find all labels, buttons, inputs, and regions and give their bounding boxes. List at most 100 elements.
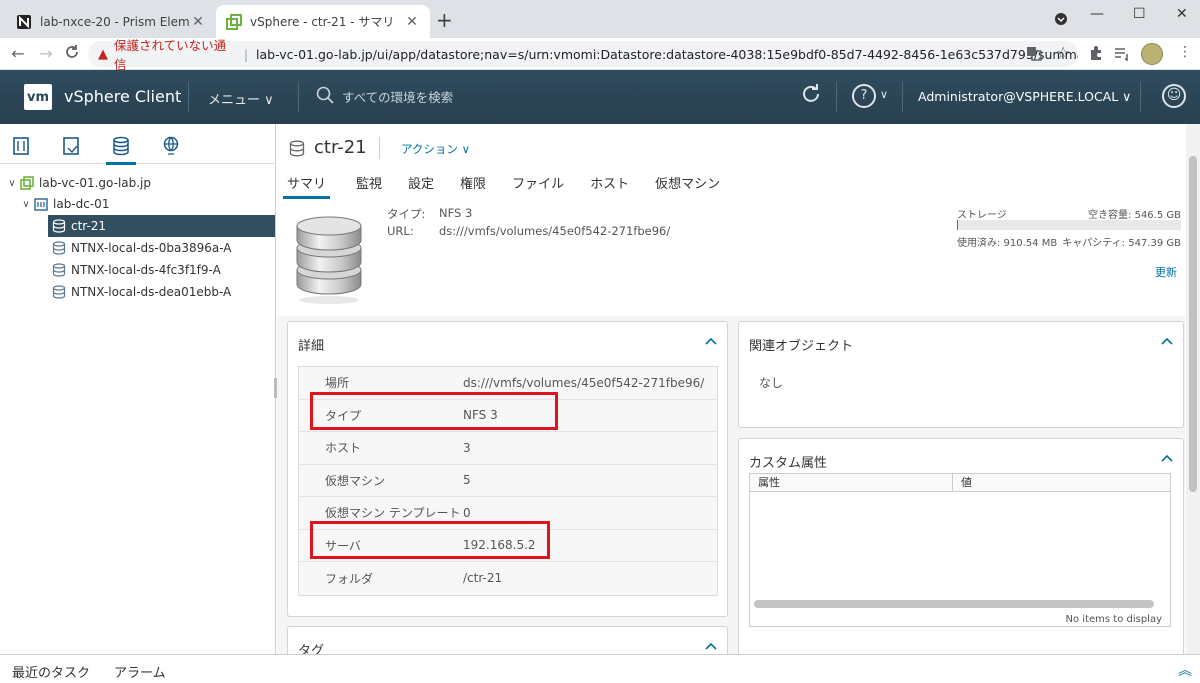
scrollbar-thumb[interactable]	[1189, 156, 1197, 492]
details-card-title: 詳細	[298, 339, 325, 354]
storage-free: 空き容量: 546.5 GB	[1088, 210, 1181, 221]
window-close-button[interactable]: ✕	[1176, 6, 1188, 22]
close-icon[interactable]: ✕	[404, 14, 420, 30]
feedback-smiley-icon[interactable]: ☺	[1162, 84, 1186, 108]
header-divider	[188, 82, 189, 112]
tab-hosts[interactable]: ホスト	[590, 173, 629, 199]
tree-node-vcenter[interactable]: ∨ lab-vc-01.go-lab.jp	[0, 172, 276, 194]
custom-attributes-grid: 属性 値 No items to display	[749, 473, 1171, 627]
maximize-button[interactable]: ☐	[1133, 6, 1146, 22]
header-divider	[902, 82, 903, 112]
type-label: タイプ:	[387, 207, 426, 221]
extensions-icon[interactable]	[1088, 45, 1104, 65]
tree-node-datacenter[interactable]: ∨ lab-dc-01	[0, 193, 276, 215]
actions-dropdown-button[interactable]: アクション ∨	[401, 141, 470, 157]
details-row-label: 場所	[325, 376, 350, 391]
grid-horizontal-scrollbar[interactable]	[754, 600, 1154, 608]
browser-tab-title: lab-nxce-20 - Prism Element	[40, 14, 190, 29]
url-value: ds:///vmfs/volumes/45e0f542-271fbe96/	[439, 224, 671, 238]
tree-toggle-chevron-icon[interactable]: ∨	[20, 199, 32, 210]
minimize-button[interactable]: —	[1090, 6, 1104, 22]
user-menu-button[interactable]: Administrator@VSPHERE.LOCAL ∨	[918, 89, 1131, 104]
browser-tab-prism[interactable]: lab-nxce-20 - Prism Element ✕	[6, 5, 216, 38]
browser-tab-vsphere[interactable]: vSphere - ctr-21 - サマリ ✕	[216, 5, 430, 38]
recent-tasks-tab[interactable]: 最近のタスク	[12, 662, 90, 681]
tab-vms[interactable]: 仮想マシン	[655, 173, 720, 199]
tree-node-label: ctr-21	[71, 219, 107, 233]
tab-search-icon[interactable]	[1054, 12, 1068, 30]
tree-toggle-chevron-icon[interactable]: ∨	[6, 178, 18, 189]
datacenter-icon	[34, 197, 48, 211]
vmware-logo[interactable]: vm	[24, 84, 52, 110]
new-tab-button[interactable]: +	[436, 10, 453, 30]
tags-card-title: タグ	[298, 644, 325, 654]
browser-tab-title: vSphere - ctr-21 - サマリ	[250, 15, 395, 29]
tab-summary[interactable]: サマリ	[283, 173, 331, 199]
global-search-input[interactable]	[342, 86, 642, 108]
storage-used: 使用済み: 910.54 MB	[957, 238, 1058, 249]
security-warning[interactable]: 保護されていない通信	[114, 35, 236, 73]
alarms-tab[interactable]: アラーム	[114, 662, 166, 681]
chevron-up-icon[interactable]	[705, 334, 717, 348]
grid-header: 属性 値	[750, 474, 1170, 492]
menu-button[interactable]: メニュー ∨	[208, 89, 274, 108]
details-row-value[interactable]: /ctr-21	[463, 571, 717, 585]
tab-files[interactable]: ファイル	[512, 173, 564, 199]
navigator-view-tabs	[0, 124, 276, 165]
url-separator: |	[243, 46, 249, 62]
profile-avatar[interactable]	[1141, 43, 1163, 65]
header-divider	[298, 82, 299, 112]
column-header-value[interactable]: 値	[952, 474, 1170, 491]
details-row-value: 0	[463, 505, 471, 520]
tree-node-datastore[interactable]: NTNX-local-ds-0ba3896a-A	[0, 237, 276, 259]
chevron-down-icon[interactable]: ∨	[880, 88, 888, 101]
hosts-clusters-icon[interactable]	[10, 136, 32, 158]
vms-templates-icon[interactable]	[60, 136, 82, 158]
tab-monitor[interactable]: 監視	[356, 173, 382, 199]
help-icon[interactable]: ?	[852, 84, 876, 108]
details-row-value[interactable]: 3	[463, 441, 717, 455]
forward-button[interactable]: →	[36, 44, 56, 63]
tree-node-label: lab-vc-01.go-lab.jp	[39, 176, 152, 190]
tree-node-datastore[interactable]: NTNX-local-ds-dea01ebb-A	[0, 281, 276, 303]
reading-list-icon[interactable]	[1114, 45, 1130, 65]
details-card: 詳細 場所 ds:///vmfs/volumes/45e0f542-271fbe…	[287, 321, 728, 617]
bookmark-star-icon[interactable]: ☆	[1056, 43, 1070, 62]
chevron-up-icon[interactable]	[1161, 334, 1173, 348]
address-bar[interactable]: ▲ 保護されていない通信 | lab-vc-01.go-lab.jp/ui/ap…	[88, 38, 1078, 72]
translate-icon[interactable]	[1026, 45, 1042, 65]
tab-permissions[interactable]: 権限	[460, 173, 486, 199]
page-vertical-scrollbar[interactable]	[1186, 124, 1200, 654]
header-divider	[1140, 82, 1141, 112]
back-button[interactable]: ←	[8, 44, 28, 63]
chevron-up-icon[interactable]	[1161, 451, 1173, 465]
reload-button[interactable]	[62, 44, 82, 64]
reload-icon	[66, 45, 78, 58]
storage-capacity: キャパシティ: 547.39 GB	[1062, 238, 1181, 249]
close-icon[interactable]: ✕	[190, 14, 206, 30]
highlight-box-server	[310, 521, 550, 559]
networking-icon[interactable]	[160, 136, 182, 158]
bottom-task-bar: 最近のタスク アラーム ︽	[0, 654, 1200, 683]
datastore-large-icon	[295, 210, 363, 311]
expand-panel-icon[interactable]: ︽	[1178, 660, 1192, 680]
details-row-label: フォルダ	[325, 571, 374, 586]
related-objects-title: 関連オブジェクト	[749, 339, 854, 354]
tree-node-datastore-ctr-21[interactable]: ctr-21	[48, 215, 275, 237]
details-row-value[interactable]: 5	[463, 473, 717, 487]
custom-attributes-card: カスタム属性 属性 値 No items to display	[738, 438, 1184, 654]
browser-menu-icon[interactable]: ⋮	[1178, 44, 1192, 60]
header-divider	[836, 82, 837, 112]
chevron-up-icon[interactable]	[705, 639, 717, 653]
app-title[interactable]: vSphere Client	[64, 87, 181, 106]
storage-icon[interactable]	[106, 136, 136, 165]
refresh-icon[interactable]	[800, 83, 822, 111]
refresh-link[interactable]: 更新	[1155, 264, 1177, 280]
tree-node-label: lab-dc-01	[53, 197, 110, 211]
page-title: ctr-21	[314, 137, 367, 158]
column-header-attribute[interactable]: 属性	[750, 474, 952, 491]
tree-node-datastore[interactable]: NTNX-local-ds-4fc3f1f9-A	[0, 259, 276, 281]
highlight-box-type	[310, 392, 558, 430]
grid-empty-message: No items to display	[1065, 614, 1162, 625]
tab-configure[interactable]: 設定	[408, 173, 434, 199]
